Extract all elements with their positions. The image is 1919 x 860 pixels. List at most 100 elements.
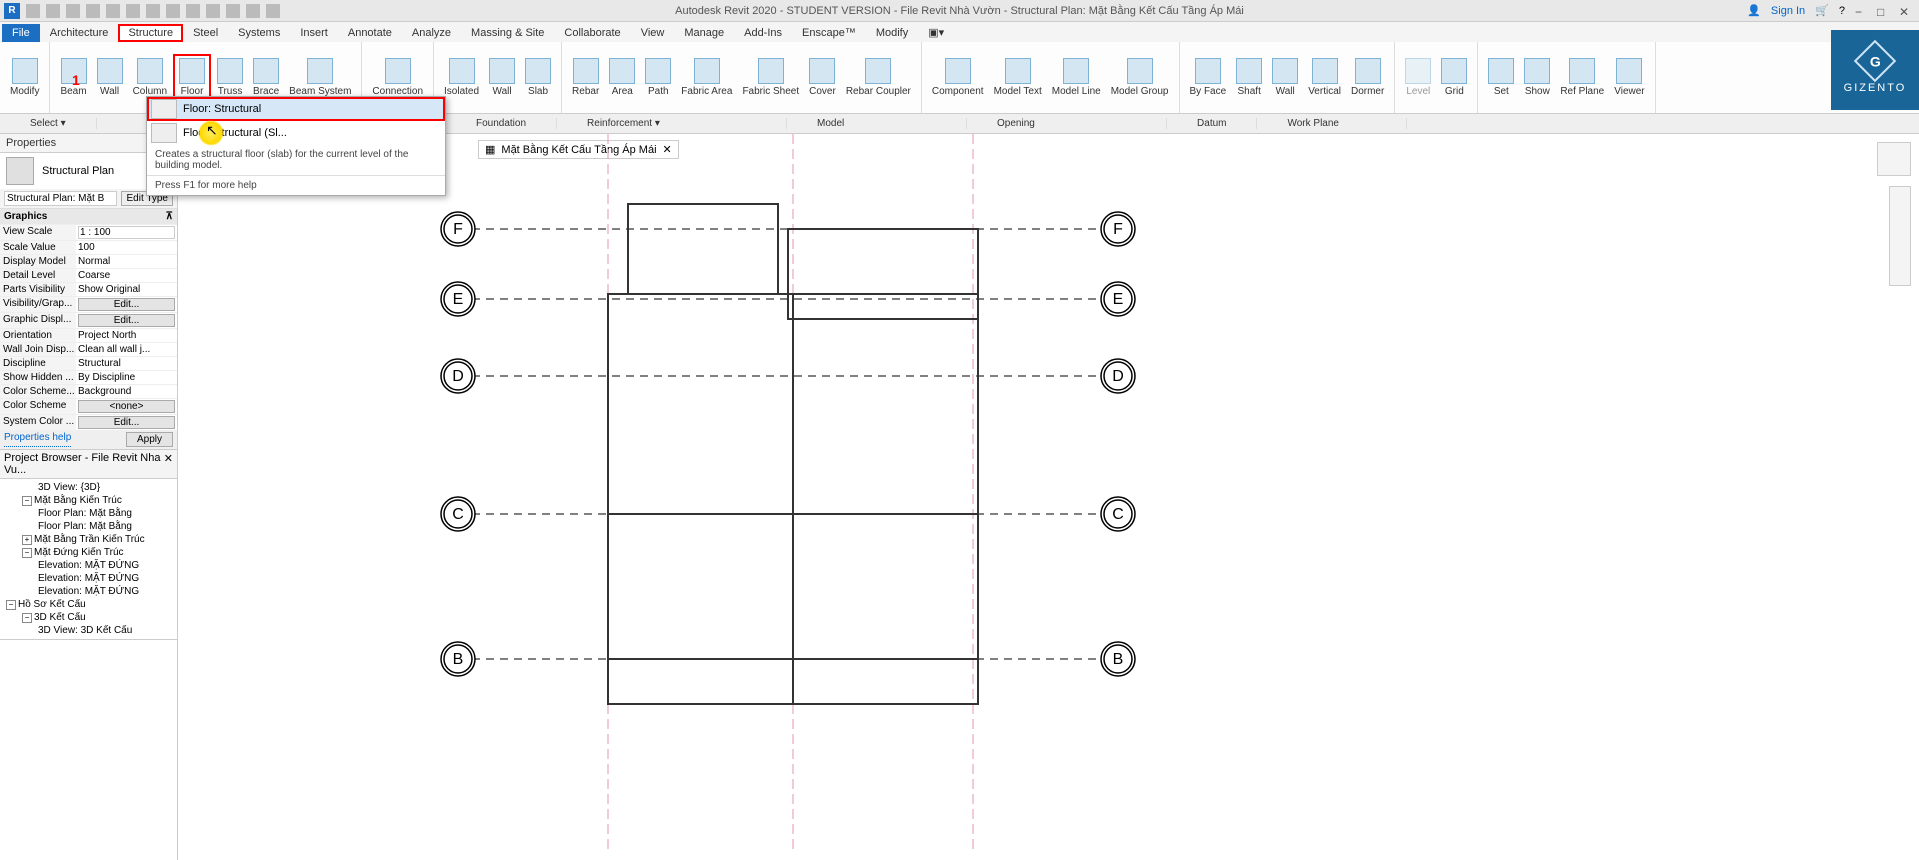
tab-enscape[interactable]: Enscape™	[792, 24, 866, 42]
model-text-tool[interactable]: Model Text	[990, 56, 1046, 99]
user-icon[interactable]: 👤	[1747, 4, 1761, 17]
graphic-display-button[interactable]: Edit...	[78, 314, 175, 327]
switch-windows-icon[interactable]	[266, 4, 280, 18]
isolated-tool[interactable]: Isolated	[440, 56, 483, 99]
open-icon[interactable]	[26, 4, 40, 18]
apply-button[interactable]: Apply	[126, 432, 173, 447]
tab-systems[interactable]: Systems	[228, 24, 290, 42]
tab-modify[interactable]: Modify	[866, 24, 918, 42]
tree-node[interactable]: −Mặt Bằng Kiến Trúc	[2, 494, 175, 507]
tree-node[interactable]: 3D View: 3D Kết Cấu	[2, 624, 175, 637]
tree-node[interactable]: −Hồ Sơ Kết Cấu	[2, 598, 175, 611]
drawing-canvas[interactable]: ▦ Mặt Bằng Kết Cấu Tầng Áp Mái ✕ FFEEDDC…	[178, 134, 1919, 860]
instance-selector[interactable]: Structural Plan: Mặt B	[4, 191, 117, 206]
tree-node[interactable]: −3D Kết Cấu	[2, 611, 175, 624]
show-hidden-value[interactable]: By Discipline	[76, 371, 177, 384]
measure-icon[interactable]	[126, 4, 140, 18]
system-color-button[interactable]: Edit...	[78, 416, 175, 429]
tab-view[interactable]: View	[631, 24, 675, 42]
level-tool[interactable]: Level	[1401, 56, 1435, 99]
model-group-tool[interactable]: Model Group	[1107, 56, 1173, 99]
properties-help-link[interactable]: Properties help	[4, 432, 71, 447]
tree-node[interactable]: Floor Plan: Mặt Bằng	[2, 507, 175, 520]
model-line-tool[interactable]: Model Line	[1048, 56, 1105, 99]
tree-node[interactable]: +Mặt Bằng Trần Kiến Trúc	[2, 533, 175, 546]
browser-tree[interactable]: 3D View: {3D} −Mặt Bằng Kiến Trúc Floor …	[0, 479, 177, 639]
tab-manage[interactable]: Manage	[674, 24, 734, 42]
ref-plane-tool[interactable]: Ref Plane	[1556, 56, 1608, 99]
browser-close-icon[interactable]: ✕	[164, 452, 173, 476]
set-tool[interactable]: Set	[1484, 56, 1518, 99]
wall-join-value[interactable]: Clean all wall j...	[76, 343, 177, 356]
cover-tool[interactable]: Cover	[805, 56, 840, 99]
tab-massing[interactable]: Massing & Site	[461, 24, 554, 42]
truss-tool[interactable]: Truss	[213, 56, 247, 99]
column-tool[interactable]: Column	[129, 56, 171, 99]
exchange-icon[interactable]: 🛒	[1815, 4, 1829, 17]
tree-node[interactable]: Elevation: MẶT ĐỨNG	[2, 585, 175, 598]
save-icon[interactable]	[46, 4, 60, 18]
view-scale-input[interactable]	[78, 226, 175, 239]
beam-system-tool[interactable]: Beam System	[285, 56, 355, 99]
panel-select[interactable]: Select ▾	[0, 118, 97, 129]
close-button[interactable]: ✕	[1899, 5, 1911, 17]
viewer-tool[interactable]: Viewer	[1610, 56, 1648, 99]
close-hidden-icon[interactable]	[246, 4, 260, 18]
text-icon[interactable]	[166, 4, 180, 18]
component-tool[interactable]: Component	[928, 56, 988, 99]
color-scheme-loc-value[interactable]: Background	[76, 385, 177, 398]
minimize-button[interactable]: −	[1855, 5, 1867, 17]
display-model-value[interactable]: Normal	[76, 255, 177, 268]
tab-steel[interactable]: Steel	[183, 24, 228, 42]
dimension-icon[interactable]	[146, 4, 160, 18]
tab-extra-icon[interactable]: ▣▾	[918, 23, 954, 42]
tree-node[interactable]: Elevation: MẶT ĐỨNG	[2, 572, 175, 585]
floor-structural-item[interactable]: Floor: Structural	[147, 97, 445, 121]
tree-node[interactable]: 3D View: {3D}	[2, 481, 175, 494]
slab-tool[interactable]: Slab	[521, 56, 555, 99]
detail-level-value[interactable]: Coarse	[76, 269, 177, 282]
wall-opening-tool[interactable]: Wall	[1268, 56, 1302, 99]
by-face-tool[interactable]: By Face	[1186, 56, 1231, 99]
tree-node[interactable]: −Mặt Đứng Kiến Trúc	[2, 546, 175, 559]
shaft-tool[interactable]: Shaft	[1232, 56, 1266, 99]
tab-annotate[interactable]: Annotate	[338, 24, 402, 42]
undo-icon[interactable]	[66, 4, 80, 18]
navigation-bar[interactable]	[1889, 186, 1911, 286]
tab-structure[interactable]: Structure	[118, 24, 183, 42]
tab-architecture[interactable]: Architecture	[40, 24, 119, 42]
tab-addins[interactable]: Add-Ins	[734, 24, 792, 42]
tab-insert[interactable]: Insert	[290, 24, 338, 42]
sign-in-link[interactable]: Sign In	[1771, 5, 1805, 17]
modify-tool[interactable]: Modify	[6, 56, 43, 99]
connection-tool[interactable]: Connection	[368, 56, 427, 99]
area-tool[interactable]: Area	[605, 56, 639, 99]
tab-analyze[interactable]: Analyze	[402, 24, 461, 42]
3d-icon[interactable]	[186, 4, 200, 18]
type-name[interactable]: Structural Plan	[42, 165, 114, 177]
floor-structural-sub-item[interactable]: Floor: Structural (Sl...	[147, 121, 445, 145]
path-tool[interactable]: Path	[641, 56, 675, 99]
dormer-tool[interactable]: Dormer	[1347, 56, 1388, 99]
restore-button[interactable]: □	[1877, 5, 1889, 17]
vertical-tool[interactable]: Vertical	[1304, 56, 1345, 99]
tab-collaborate[interactable]: Collaborate	[554, 24, 630, 42]
section-icon[interactable]	[206, 4, 220, 18]
thin-lines-icon[interactable]	[226, 4, 240, 18]
tree-node[interactable]: Elevation: MẶT ĐỨNG	[2, 559, 175, 572]
redo-icon[interactable]	[86, 4, 100, 18]
rebar-tool[interactable]: Rebar	[568, 56, 603, 99]
parts-visibility-value[interactable]: Show Original	[76, 283, 177, 296]
visibility-graphics-button[interactable]: Edit...	[78, 298, 175, 311]
tab-file[interactable]: File	[2, 24, 40, 42]
grid-tool[interactable]: Grid	[1437, 56, 1471, 99]
brace-tool[interactable]: Brace	[249, 56, 283, 99]
wall-tool[interactable]: Wall	[93, 56, 127, 99]
orientation-value[interactable]: Project North	[76, 329, 177, 342]
discipline-value[interactable]: Structural	[76, 357, 177, 370]
floor-tool[interactable]: Floor	[173, 54, 211, 101]
panel-reinforcement[interactable]: Reinforcement ▾	[557, 118, 787, 129]
tree-node[interactable]: Floor Plan: Mặt Bằng	[2, 520, 175, 533]
rebar-coupler-tool[interactable]: Rebar Coupler	[842, 56, 915, 99]
color-scheme-button[interactable]: <none>	[78, 400, 175, 413]
